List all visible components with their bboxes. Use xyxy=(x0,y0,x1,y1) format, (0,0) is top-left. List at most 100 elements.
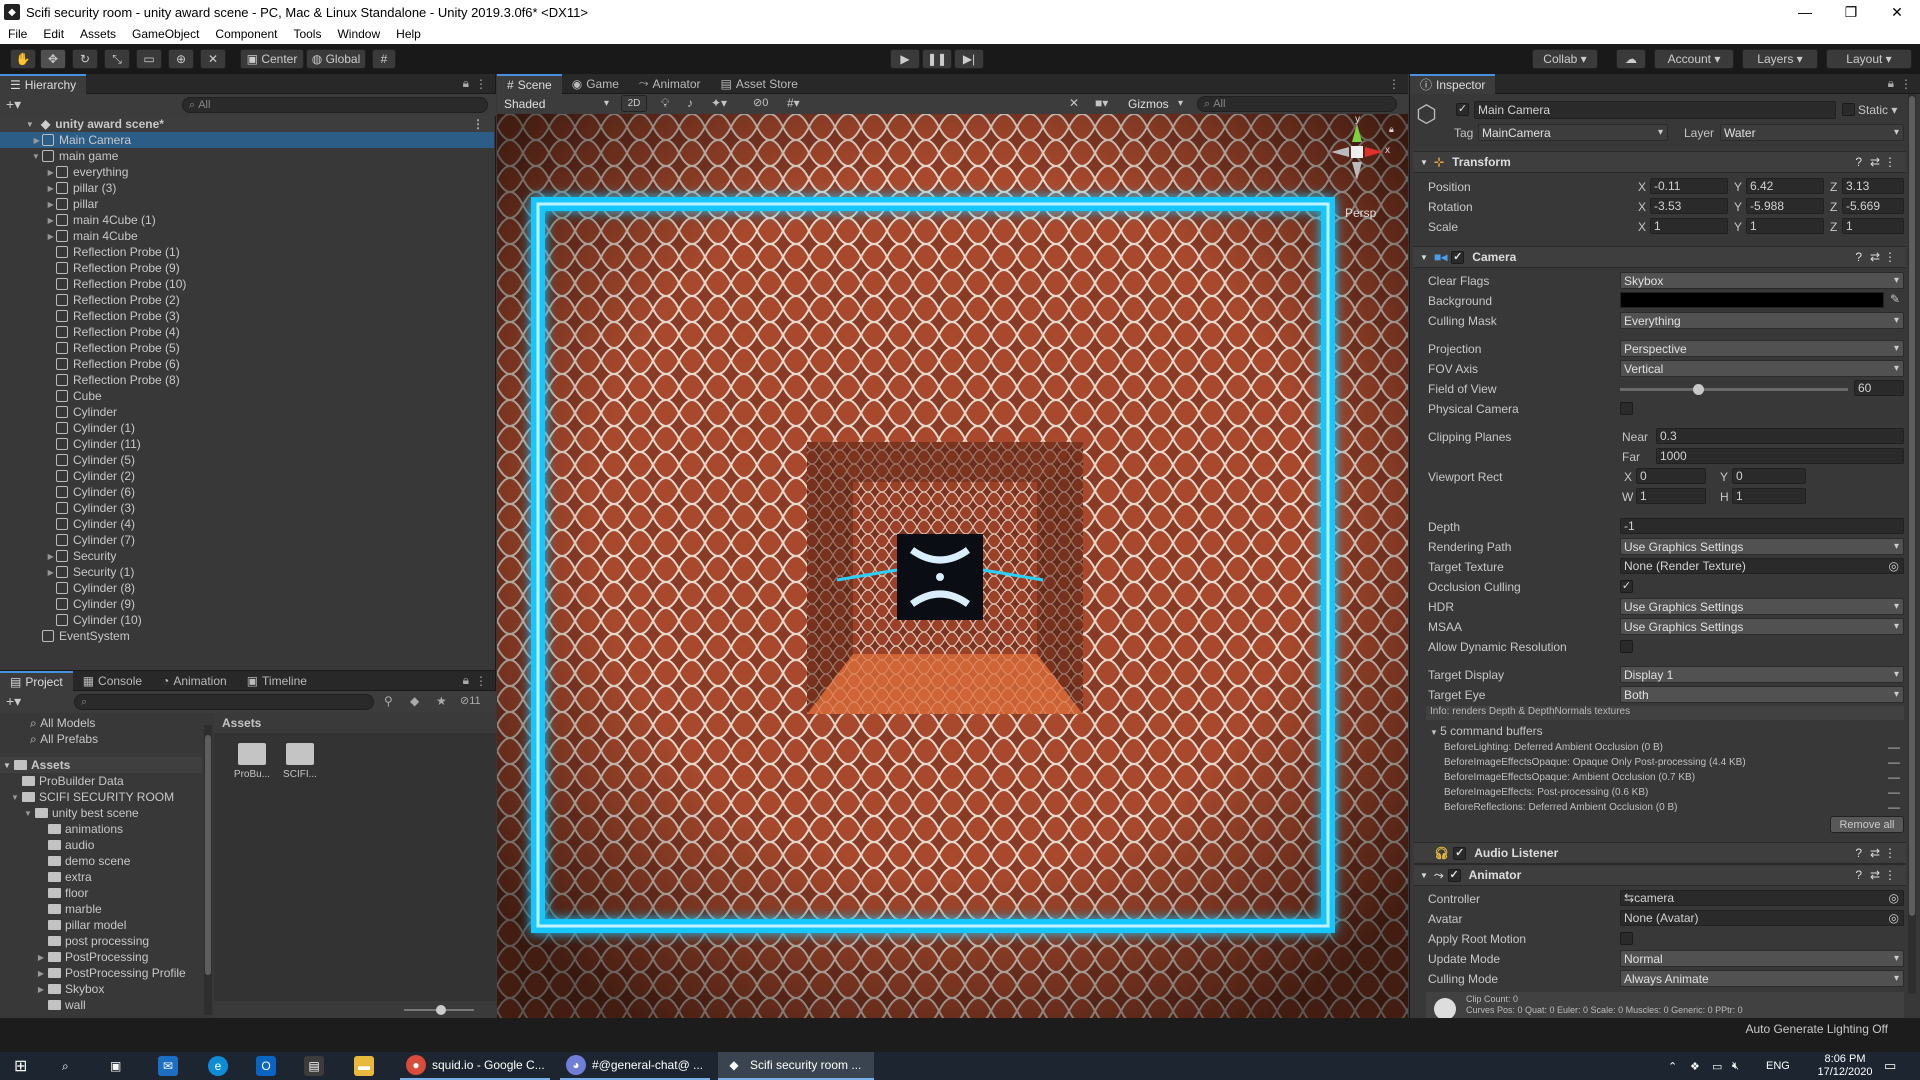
scale-tool-icon[interactable]: ⤡ xyxy=(104,49,130,69)
tab-asset-store[interactable]: ▤ Asset Store xyxy=(711,74,808,94)
transform-tool-icon[interactable]: ⊕ xyxy=(168,49,194,69)
hierarchy-item[interactable]: Cylinder (1) xyxy=(0,420,494,436)
avatar-field[interactable]: None (Avatar) ◎ xyxy=(1620,910,1904,926)
hierarchy-item[interactable]: Reflection Probe (9) xyxy=(0,260,494,276)
project-folder-item[interactable]: ProBuilder Data xyxy=(8,773,124,789)
mail-app-icon[interactable]: ✉ xyxy=(158,1052,178,1080)
expand-arrow-icon[interactable]: ▼ xyxy=(0,152,42,161)
project-folder-item[interactable]: extra xyxy=(34,869,92,885)
favorite-star-icon[interactable]: ★ xyxy=(436,694,447,708)
background-color-swatch[interactable] xyxy=(1620,292,1884,308)
hierarchy-item[interactable]: ▼ main game xyxy=(0,148,494,164)
transform-z-field[interactable]: -5.669 xyxy=(1842,198,1904,214)
camera-settings-icon[interactable]: ■▾ xyxy=(1095,96,1108,110)
component-menu-icon[interactable]: ⋮ xyxy=(1884,846,1896,860)
2d-toggle-button[interactable]: 2D xyxy=(621,95,647,112)
expand-arrow-icon[interactable]: ▶ xyxy=(0,216,56,225)
hierarchy-item[interactable]: Reflection Probe (2) xyxy=(0,292,494,308)
object-picker-icon[interactable]: ◎ xyxy=(1889,559,1899,573)
project-folder-item[interactable]: pillar model xyxy=(34,917,126,933)
hierarchy-item[interactable]: ▶ pillar xyxy=(0,196,494,212)
expand-arrow-icon[interactable]: ▶ xyxy=(0,568,56,577)
tab-project[interactable]: ▤ Project xyxy=(0,670,73,691)
transform-x-field[interactable]: 1 xyxy=(1650,218,1728,234)
transform-z-field[interactable]: 1 xyxy=(1842,218,1904,234)
audio-toggle-icon[interactable]: ♪ xyxy=(687,96,693,110)
target-eye-dropdown[interactable]: Both xyxy=(1620,686,1904,703)
tools-icon[interactable]: ✕ xyxy=(1069,96,1079,110)
inspector-scroll-thumb[interactable] xyxy=(1909,96,1915,916)
hierarchy-item[interactable]: Cylinder (8) xyxy=(0,580,494,596)
gizmos-dropdown[interactable]: Gizmos xyxy=(1125,95,1187,112)
inspector-scrollbar[interactable] xyxy=(1908,94,1916,994)
expand-arrow-icon[interactable]: ▼ xyxy=(0,120,36,129)
foldout-arrow-icon[interactable]: ▼ xyxy=(1414,871,1434,880)
project-folder-item[interactable]: post processing xyxy=(34,933,149,949)
asset-folder-probuilder[interactable]: ProBu... xyxy=(232,743,272,780)
filter-type-icon[interactable]: ⚲ xyxy=(384,694,393,708)
help-icon[interactable]: ? xyxy=(1855,155,1862,169)
remove-all-button[interactable]: Remove all xyxy=(1830,816,1904,833)
panel-menu-icon[interactable]: ⋮ xyxy=(475,77,487,91)
zoom-slider-handle[interactable] xyxy=(436,1005,446,1015)
snap-grid-icon[interactable]: # xyxy=(372,49,396,69)
remove-buffer-icon[interactable]: — xyxy=(1888,740,1900,754)
root-motion-checkbox[interactable] xyxy=(1620,932,1633,945)
add-object-icon[interactable]: +▾ xyxy=(6,96,21,113)
msaa-dropdown[interactable]: Use Graphics Settings xyxy=(1620,618,1904,635)
project-folder-item[interactable]: animations xyxy=(34,821,123,837)
hierarchy-search-input[interactable]: ⌕ All xyxy=(182,97,488,113)
help-icon[interactable]: ? xyxy=(1855,846,1862,860)
update-mode-dropdown[interactable]: Normal xyxy=(1620,950,1904,967)
hierarchy-item[interactable]: ▶ Security xyxy=(0,548,494,564)
menu-tools[interactable]: Tools xyxy=(285,27,329,41)
notifications-icon[interactable]: ▭ xyxy=(1884,1052,1896,1080)
menu-assets[interactable]: Assets xyxy=(72,27,124,41)
viewport-h-field[interactable]: 1 xyxy=(1732,488,1806,504)
expand-arrow-icon[interactable]: ▶ xyxy=(0,168,56,177)
dyn-res-checkbox[interactable] xyxy=(1620,640,1633,653)
menu-component[interactable]: Component xyxy=(207,27,285,41)
animator-component-header[interactable]: ▼ ⤳ ✓ Animator ? ⇄ ⋮ xyxy=(1414,864,1906,886)
tab-console[interactable]: ▦ Console xyxy=(73,671,152,691)
custom-tool-icon[interactable]: ✕ xyxy=(200,49,226,69)
rendering-path-dropdown[interactable]: Use Graphics Settings xyxy=(1620,538,1904,555)
transform-z-field[interactable]: 3.13 xyxy=(1842,178,1904,194)
transform-component-header[interactable]: ▼ ⊹ Transform ? ⇄ ⋮ xyxy=(1414,151,1906,173)
hierarchy-item[interactable]: Cylinder (10) xyxy=(0,612,494,628)
project-folder-item[interactable]: marble xyxy=(34,901,102,917)
maximize-button[interactable]: ❐ xyxy=(1828,0,1874,24)
remove-buffer-icon[interactable]: — xyxy=(1888,755,1900,769)
hierarchy-item[interactable]: ▶ everything xyxy=(0,164,494,180)
tab-timeline[interactable]: ▣ Timeline xyxy=(237,671,317,691)
audio-listener-checkbox[interactable]: ✓ xyxy=(1453,846,1467,860)
axis-x-label[interactable]: X xyxy=(1638,180,1646,194)
viewport-y-field[interactable]: 0 xyxy=(1732,468,1806,484)
depth-field[interactable]: -1 xyxy=(1620,518,1904,534)
command-buffers-foldout[interactable]: ▼ 5 command buffers xyxy=(1430,724,1543,738)
projection-dropdown[interactable]: Perspective xyxy=(1620,340,1904,357)
lighting-toggle-icon[interactable]: 💡︎ xyxy=(661,96,669,111)
component-menu-icon[interactable]: ⋮ xyxy=(1884,250,1896,264)
culling-mask-dropdown[interactable]: Everything xyxy=(1620,312,1904,329)
project-folder-item[interactable]: demo scene xyxy=(34,853,130,869)
play-button[interactable]: ▶ xyxy=(890,49,920,69)
start-button[interactable]: ⊞ xyxy=(14,1052,27,1080)
network-tray-icon[interactable]: ▭ xyxy=(1712,1052,1722,1080)
axis-z-label[interactable]: Z xyxy=(1830,180,1837,194)
scene-viewport[interactable]: y x 🔒︎ Persp xyxy=(497,114,1408,1018)
tab-hierarchy[interactable]: ☰ Hierarchy xyxy=(0,73,87,94)
project-folder-item[interactable]: ▼ unity best scene xyxy=(21,805,139,821)
transform-x-field[interactable]: -0.11 xyxy=(1650,178,1728,194)
shading-mode-dropdown[interactable]: Shaded xyxy=(501,95,613,112)
filter-label-icon[interactable]: ◆ xyxy=(410,694,419,708)
hierarchy-item[interactable]: ▶ main 4Cube (1) xyxy=(0,212,494,228)
hierarchy-item[interactable]: Cylinder (3) xyxy=(0,500,494,516)
tag-dropdown[interactable]: MainCamera xyxy=(1478,124,1668,141)
move-tool-icon[interactable]: ✥ xyxy=(40,49,66,69)
effects-toggle-icon[interactable]: ✦▾ xyxy=(711,96,727,110)
menu-file[interactable]: File xyxy=(0,27,35,41)
step-button[interactable]: ▶| xyxy=(954,49,984,69)
physical-camera-checkbox[interactable] xyxy=(1620,402,1633,415)
hierarchy-item[interactable]: Cylinder (6) xyxy=(0,484,494,500)
